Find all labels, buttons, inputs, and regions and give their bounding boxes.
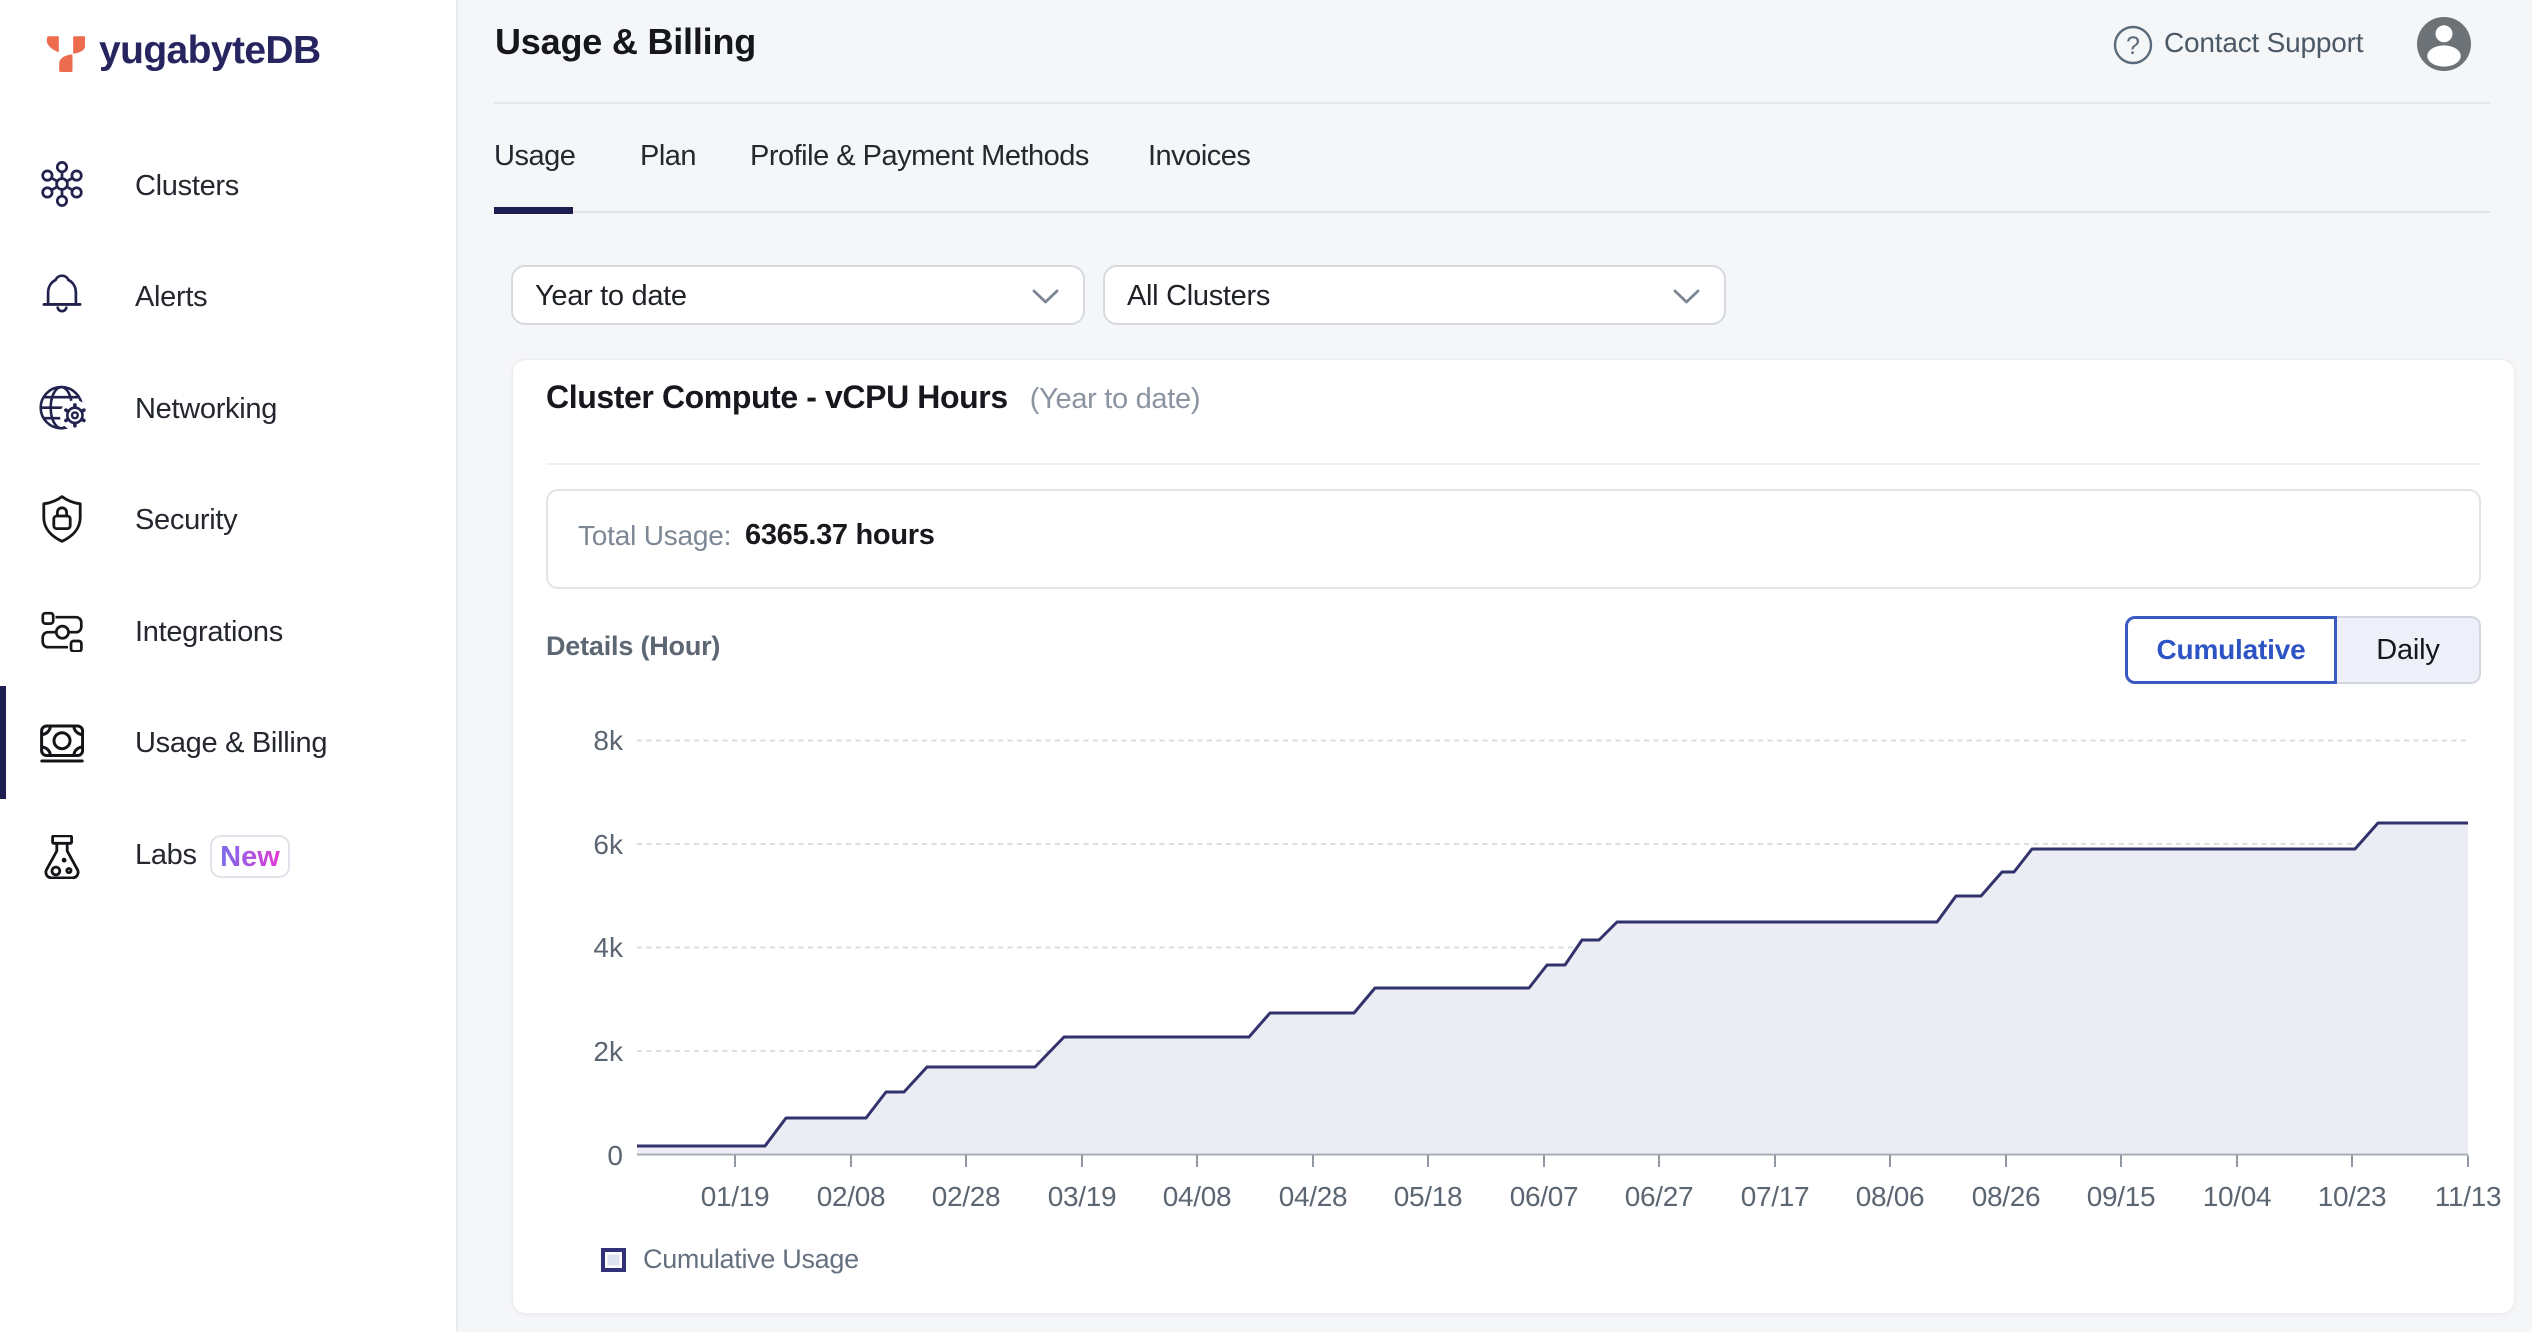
svg-text:10/04: 10/04 [2203, 1181, 2272, 1212]
svg-text:04/08: 04/08 [1163, 1181, 1232, 1212]
svg-text:?: ? [2126, 32, 2140, 60]
svg-text:4k: 4k [593, 932, 624, 963]
svg-text:11/13: 11/13 [2435, 1181, 2502, 1212]
svg-text:08/26: 08/26 [1972, 1181, 2041, 1212]
svg-text:04/28: 04/28 [1279, 1181, 1348, 1212]
svg-text:Cumulative Usage: Cumulative Usage [643, 1244, 859, 1274]
svg-text:06/07: 06/07 [1510, 1181, 1579, 1212]
svg-text:09/15: 09/15 [2087, 1181, 2156, 1212]
svg-text:8k: 8k [593, 725, 624, 756]
svg-text:02/28: 02/28 [932, 1181, 1001, 1212]
svg-text:0: 0 [607, 1140, 623, 1171]
svg-text:02/08: 02/08 [817, 1181, 886, 1212]
svg-text:08/06: 08/06 [1856, 1181, 1925, 1212]
svg-text:05/18: 05/18 [1394, 1181, 1463, 1212]
svg-text:6k: 6k [593, 829, 624, 860]
svg-text:03/19: 03/19 [1048, 1181, 1117, 1212]
svg-text:07/17: 07/17 [1741, 1181, 1810, 1212]
svg-text:2k: 2k [593, 1036, 624, 1067]
svg-text:01/19: 01/19 [701, 1181, 770, 1212]
svg-text:10/23: 10/23 [2318, 1181, 2387, 1212]
svg-text:06/27: 06/27 [1625, 1181, 1694, 1212]
